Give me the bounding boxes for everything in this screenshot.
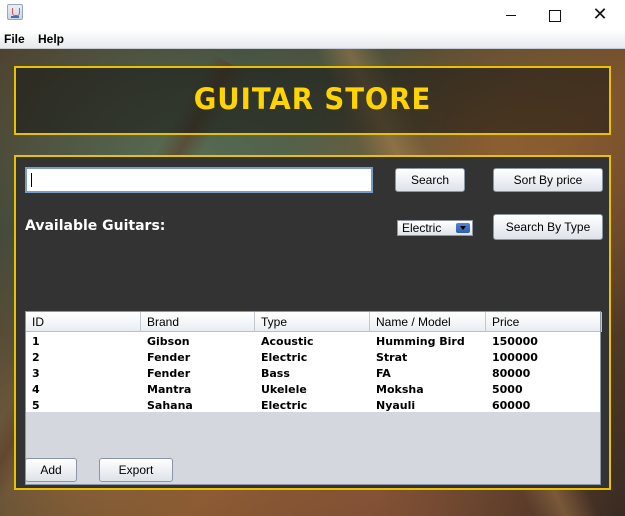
cell-brand: Gibson [147,335,190,348]
menu-file[interactable]: File [4,32,25,46]
cell-id: 4 [32,383,40,396]
column-header-type[interactable]: Type [255,312,370,332]
table-row[interactable]: 2 Fender Electric Strat 100000 [26,350,600,366]
cell-price: 60000 [492,399,531,412]
add-button[interactable]: Add [25,458,77,482]
menu-bar: File Help [0,30,625,49]
table-body: 1 Gibson Acoustic Humming Bird 150000 2 … [26,332,600,412]
search-by-type-button[interactable]: Search By Type [493,214,603,240]
table-row[interactable]: 3 Fender Bass FA 80000 [26,366,600,382]
cell-id: 2 [32,351,40,364]
cell-brand: Mantra [147,383,192,396]
column-header-price[interactable]: Price [486,312,602,332]
menu-help[interactable]: Help [38,32,64,46]
available-guitars-label: Available Guitars: [25,218,166,234]
export-button[interactable]: Export [99,458,173,482]
cell-name-model: FA [376,367,391,380]
column-header-id[interactable]: ID [26,312,141,332]
table-row[interactable]: 4 Mantra Ukelele Moksha 5000 [26,382,600,398]
cell-type: Ukelele [261,383,307,396]
table-row[interactable]: 5 Sahana Electric Nyauli 60000 [26,398,600,414]
search-input[interactable] [25,167,373,193]
cell-type: Electric [261,399,308,412]
cell-id: 1 [32,335,40,348]
cell-price: 150000 [492,335,538,348]
close-button[interactable]: ✕ [577,0,623,30]
cell-type: Electric [261,351,308,364]
text-caret [31,173,32,187]
cell-brand: Fender [147,367,191,380]
guitar-type-selected: Electric [402,221,442,235]
search-button[interactable]: Search [395,168,465,192]
background-image: GUITAR STORE Search Sort By price Availa… [0,49,625,516]
cell-brand: Sahana [147,399,193,412]
cell-price: 100000 [492,351,538,364]
cell-name-model: Nyauli [376,399,416,412]
minimize-button[interactable] [488,0,534,30]
banner-title: GUITAR STORE [193,82,432,116]
cell-name-model: Humming Bird [376,335,465,348]
cell-price: 5000 [492,383,523,396]
cell-brand: Fender [147,351,191,364]
chevron-down-icon[interactable] [456,223,470,233]
cell-type: Acoustic [261,335,314,348]
cell-type: Bass [261,367,290,380]
cell-name-model: Strat [376,351,408,364]
cell-name-model: Moksha [376,383,424,396]
column-header-brand[interactable]: Brand [141,312,255,332]
cell-id: 5 [32,399,40,412]
java-icon [7,4,23,20]
window-titlebar: ✕ [0,0,625,30]
main-panel: Search Sort By price Available Guitars: … [14,155,611,490]
maximize-button[interactable] [531,0,577,30]
table-row[interactable]: 1 Gibson Acoustic Humming Bird 150000 [26,334,600,350]
table-header: ID Brand Type Name / Model Price [26,312,602,332]
cell-price: 80000 [492,367,531,380]
store-banner: GUITAR STORE [14,66,611,135]
sort-by-price-button[interactable]: Sort By price [493,168,603,192]
cell-id: 3 [32,367,40,380]
column-header-name-model[interactable]: Name / Model [370,312,486,332]
guitar-type-select[interactable]: Electric [397,220,473,236]
